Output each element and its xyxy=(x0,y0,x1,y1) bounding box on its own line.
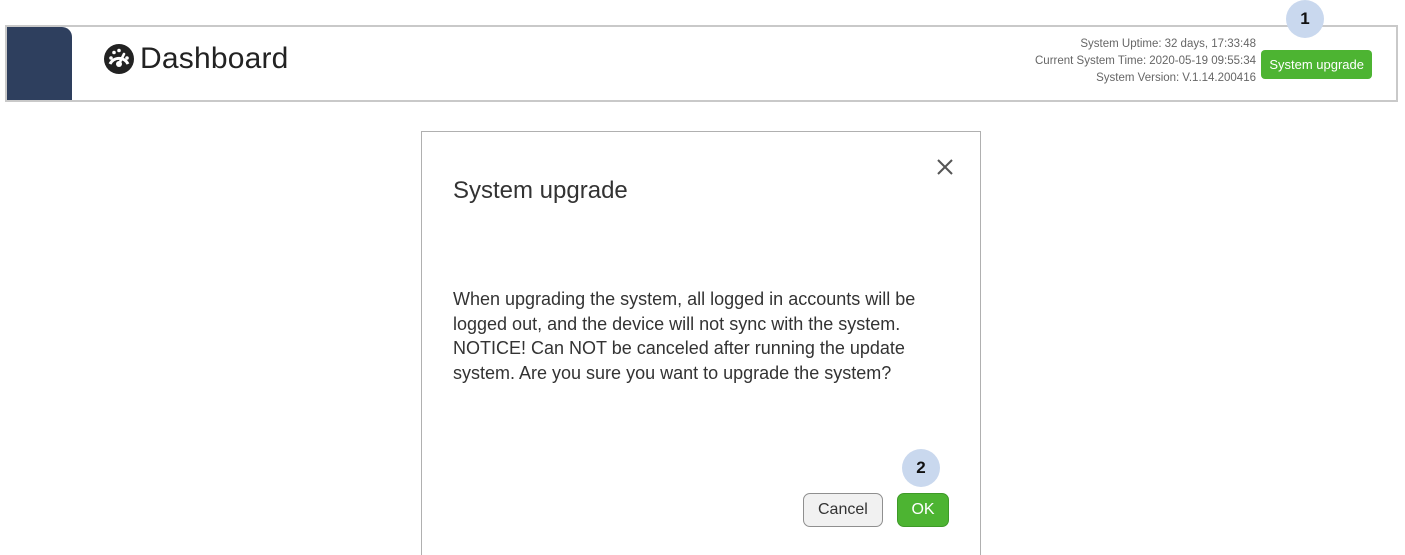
uptime-line: System Uptime: 32 days, 17:33:48 xyxy=(1035,36,1256,53)
close-icon[interactable] xyxy=(932,154,958,180)
version-label: System Version: xyxy=(1096,72,1180,84)
version-value: V.1.14.200416 xyxy=(1182,72,1256,84)
dialog-title: System upgrade xyxy=(453,177,628,204)
system-upgrade-button[interactable]: System upgrade xyxy=(1261,50,1372,79)
dialog-message: When upgrading the system, all logged in… xyxy=(453,289,916,383)
page-title: Dashboard xyxy=(102,42,289,76)
cancel-button[interactable]: Cancel xyxy=(803,493,883,527)
step-marker-2: 2 xyxy=(902,449,940,487)
system-time-line: Current System Time: 2020-05-19 09:55:34 xyxy=(1035,53,1256,70)
system-time-value: 2020-05-19 09:55:34 xyxy=(1149,55,1256,67)
ok-button[interactable]: OK xyxy=(897,493,949,527)
uptime-value: 32 days, 17:33:48 xyxy=(1164,38,1256,50)
version-line: System Version: V.1.14.200416 xyxy=(1035,70,1256,87)
system-time-label: Current System Time: xyxy=(1035,55,1147,67)
upgrade-dialog: System upgrade When upgrading the system… xyxy=(421,131,981,555)
top-header: Dashboard System Uptime: 32 days, 17:33:4… xyxy=(5,25,1398,102)
page: Dashboard System Uptime: 32 days, 17:33:4… xyxy=(0,0,1405,555)
sidebar-toggle[interactable] xyxy=(7,27,72,100)
page-title-text: Dashboard xyxy=(140,42,289,75)
step-marker-1: 1 xyxy=(1286,0,1324,38)
dashboard-gauge-icon xyxy=(102,42,136,76)
uptime-label: System Uptime: xyxy=(1080,38,1162,50)
system-status: System Uptime: 32 days, 17:33:48 Current … xyxy=(1035,36,1256,87)
